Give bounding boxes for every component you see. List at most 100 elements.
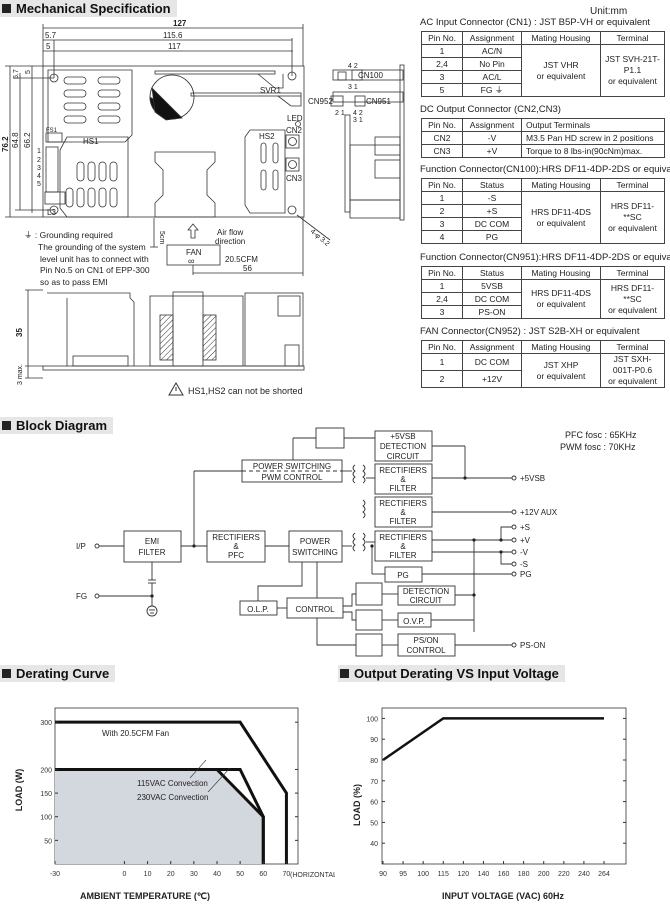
block-label: FILTER [390, 484, 417, 493]
label-fs1: FS1 [46, 128, 58, 134]
block-label: PG [397, 571, 409, 580]
cn1-table: Pin No. Assignment Mating Housing Termin… [421, 31, 665, 97]
header-cell: Mating Housing [521, 266, 601, 280]
block-label: FILTER [390, 517, 417, 526]
terminal-cell: HRS DF11-**SC or equivalent [600, 279, 665, 319]
io-label: FG [76, 592, 87, 601]
section-title-text: Output Derating VS Input Voltage [354, 666, 559, 681]
cell-line: or equivalent [608, 304, 657, 315]
dim-66-2: 66.2 [23, 132, 32, 148]
x-tick-label: 200 [538, 871, 550, 878]
y-axis-title: LOAD (%) [352, 784, 362, 826]
x-tick-label: 120 [458, 871, 470, 878]
cell-line: HRS DF11-4DS [531, 206, 591, 217]
optocoupler-icon [355, 609, 383, 631]
x-tick-label: 240 [578, 871, 590, 878]
table-row: CN2 -V M3.5 Pan HD screw in 2 positions [421, 131, 665, 145]
table-header-row: Pin No. Assignment Output Terminals [421, 118, 665, 132]
table-cell: 3 [421, 70, 463, 84]
y-tick-label: 100 [366, 716, 378, 723]
cn100-caption: Function Connector(CN100):HRS DF11-4DP-2… [420, 164, 670, 175]
dim-56: 56 [243, 264, 252, 273]
x-tick-label: 264 [598, 871, 610, 878]
header-cell: Assignment [462, 118, 522, 132]
dim-76-2: 76.2 [1, 136, 10, 152]
y-tick-label: 50 [370, 820, 378, 827]
x-tick-label: 115 [438, 871, 449, 878]
table-row: 1 -S HRS DF11-4DS or equivalent HRS DF11-… [421, 191, 665, 244]
io-label: PS-ON [520, 641, 546, 650]
label-cn951: CN951 [366, 97, 391, 106]
cell-line: JST VHR [543, 59, 579, 70]
table-cell: 4 [421, 230, 463, 244]
block-label: & [400, 475, 406, 484]
block-label: RECTIFIERS [212, 533, 260, 542]
cn100-pins-bottom: 3 1 [348, 84, 358, 91]
label-l3: L3 [47, 208, 56, 217]
io-label: +V [520, 536, 531, 545]
table-row: 1 5VSB HRS DF11-4DS or equivalent HRS DF1… [421, 279, 665, 319]
cn100-pins-top: 4 2 [348, 63, 358, 70]
cell-line: HRS DF11-**SC [610, 282, 655, 304]
cell-line: or equivalent [536, 299, 586, 309]
x-tick-label: 95 [399, 871, 407, 878]
cn952-caption: FAN Connector(CN952) : JST S2B-XH or equ… [420, 326, 640, 337]
label-svr1: SVR1 [260, 86, 281, 95]
label-cfm: 20.5CFM [225, 255, 258, 264]
block-label: SWITCHING [292, 548, 338, 557]
cn1-pin-label: 4 [37, 173, 41, 180]
dim-3max: 3 max. [17, 364, 24, 385]
y-tick-label: 50 [44, 838, 52, 845]
header-cell: Status [462, 178, 522, 192]
x-tick-label: -30 [50, 871, 60, 878]
io-label: -V [520, 548, 529, 557]
block-label: RECTIFIERS [379, 499, 427, 508]
label-cn3: CN3 [286, 174, 303, 183]
block-diagram: EMI FILTER RECTIFIERS & PFC POWER SWITCH… [76, 427, 637, 657]
cell-line: JST XHP [543, 359, 579, 370]
y-axis-title: LOAD (W) [14, 769, 24, 812]
dim-5-7: 5.7 [45, 31, 57, 40]
table-cell: AC/L [462, 70, 522, 84]
x-tick-label: 60 [259, 871, 267, 878]
table-cell: AC/N [462, 44, 522, 58]
cell-line: JST SXH-001T-P0.6 [612, 354, 653, 375]
cn1-pin-label: 5 [37, 181, 41, 188]
x-tick-label: 10 [144, 871, 152, 878]
pwm-freq-label: PWM fosc : 70KHz [560, 442, 636, 452]
y-tick-label: 200 [40, 767, 52, 774]
table-cell: 1 [421, 44, 463, 58]
header-cell: Mating Housing [521, 31, 601, 45]
cell-line: HRS DF11-**SC [610, 201, 655, 222]
table-cell: 1 [421, 279, 463, 293]
annotation-115vac: 115VAC Convection [137, 779, 208, 788]
block-label: EMI [145, 537, 159, 546]
table-cell: PG [462, 230, 522, 244]
table-cell: 5VSB [462, 279, 522, 293]
fan-icon: ∞ [188, 256, 194, 266]
table-cell: DC COM [462, 292, 522, 306]
table-cell: 5 [421, 83, 463, 97]
unit-label: Unit:mm [590, 6, 628, 17]
cn100-table: Pin No. Status Mating Housing Terminal 1… [421, 178, 665, 244]
cn951-pins-top: 4 2 [353, 110, 363, 117]
x-tick-label: 90 [379, 871, 387, 878]
housing-cell: HRS DF11-4DS or equivalent [521, 279, 601, 319]
cell-line: HRS DF11-4DS [531, 288, 591, 298]
cn1-pin-label: 1 [37, 148, 41, 155]
cell-line: or equivalent [608, 223, 657, 233]
table-cell: 2,4 [421, 57, 463, 71]
dim-117: 117 [168, 42, 181, 51]
x-tick-label: 20 [167, 871, 175, 878]
dim-5: 5 [46, 42, 51, 51]
cn952-pins: 2 1 [335, 110, 345, 117]
cell-line: JST SVH-21T-P1.1 [605, 54, 660, 75]
table-cell: 3 [421, 305, 463, 319]
grounding-note-line: so as to pass EMI [40, 277, 108, 287]
table-cell: DC COM [462, 217, 522, 231]
x-axis-title: INPUT VOLTAGE (VAC) 60Hz [442, 891, 565, 901]
table-cell: FG ⏚ [462, 83, 522, 97]
block-label: PWM CONTROL [262, 473, 323, 482]
io-label: PG [520, 570, 532, 579]
cn1-pin-label: 2 [37, 157, 41, 164]
